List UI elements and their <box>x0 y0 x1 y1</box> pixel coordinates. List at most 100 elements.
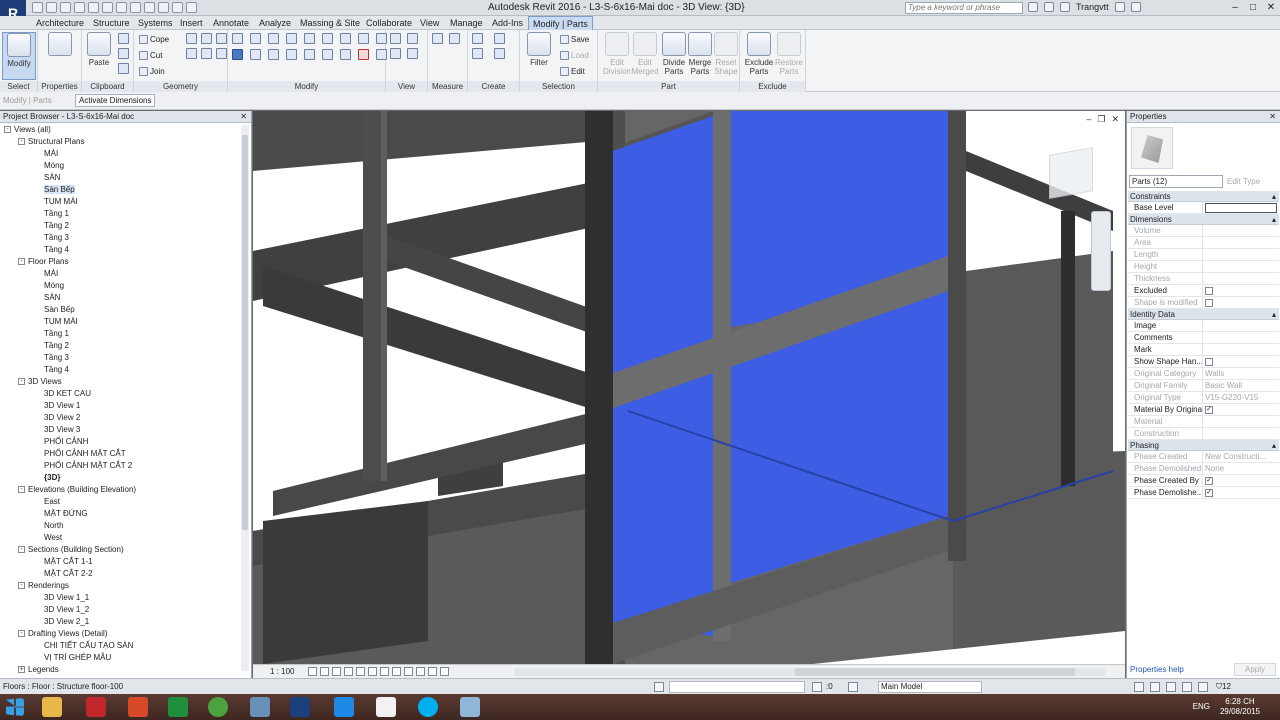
document-icon[interactable] <box>376 697 396 717</box>
collapse-icon[interactable]: - <box>18 486 25 494</box>
collapse-icon[interactable]: - <box>18 546 25 554</box>
tab-systems[interactable]: Systems <box>134 16 177 30</box>
tree-item[interactable]: Tầng 2 <box>0 220 251 232</box>
design-option-selector[interactable]: Main Model <box>878 681 982 693</box>
close-icon[interactable]: ✕ <box>240 111 247 123</box>
scrollbar-thumb[interactable] <box>795 668 1075 676</box>
property-row[interactable]: Image <box>1128 320 1279 332</box>
scale-icon[interactable] <box>358 33 369 44</box>
help-icon[interactable] <box>1130 2 1141 12</box>
save-selection-button[interactable]: Save <box>560 33 589 45</box>
reset-shape-button[interactable]: Reset Shape <box>709 32 743 76</box>
property-row[interactable]: Phase Demolishe... ✓ <box>1128 487 1279 499</box>
copy-element-icon[interactable] <box>250 49 261 60</box>
tab-analyze[interactable]: Analyze <box>255 16 295 30</box>
join-button[interactable]: Join <box>139 65 165 77</box>
select-by-face-icon[interactable] <box>1182 682 1192 692</box>
tree-item[interactable]: TUM MÁI <box>0 196 251 208</box>
scrollbar-thumb[interactable] <box>242 135 248 530</box>
project-browser-scrollbar[interactable] <box>241 125 249 671</box>
tree-item[interactable]: Sàn Bếp <box>0 184 251 196</box>
tree-item[interactable]: + Legends <box>0 664 251 676</box>
property-checkbox[interactable]: ✓ <box>1205 476 1213 485</box>
property-row[interactable]: Phase Created By ... ✓ <box>1128 475 1279 487</box>
tab-massing-site[interactable]: Massing & Site <box>296 16 364 30</box>
filter-count[interactable]: ⛉12 <box>1216 682 1231 692</box>
paint-icon[interactable] <box>216 33 227 44</box>
modify-button[interactable]: Modify <box>2 32 36 80</box>
align-icon[interactable] <box>232 33 243 44</box>
array-icon[interactable] <box>340 49 351 60</box>
move-icon[interactable] <box>232 49 243 60</box>
trim-icon[interactable] <box>286 49 297 60</box>
redo-icon[interactable] <box>74 2 85 13</box>
tree-item[interactable]: 3D View 1 <box>0 400 251 412</box>
mirror-axis-icon[interactable] <box>268 33 279 44</box>
trim-multiple-icon[interactable] <box>322 49 333 60</box>
property-row[interactable]: Mark <box>1128 344 1279 356</box>
close-view-icon[interactable]: ✕ <box>1111 114 1119 125</box>
tools-icon[interactable] <box>460 697 480 717</box>
search-icon[interactable] <box>1028 2 1038 12</box>
select-links-icon[interactable] <box>1134 682 1144 692</box>
tree-item[interactable]: - Drafting Views (Detail) <box>0 628 251 640</box>
property-row[interactable]: Show Shape Han... <box>1128 356 1279 368</box>
edit-selection-button[interactable]: Edit <box>560 65 585 77</box>
worksets-icon[interactable] <box>654 682 664 692</box>
apply-button[interactable]: Apply <box>1233 663 1276 676</box>
tree-item[interactable]: MẶT ĐỨNG <box>0 508 251 520</box>
base-level-field[interactable] <box>1205 203 1277 213</box>
tree-item[interactable]: 3D View 1_1 <box>0 592 251 604</box>
property-row[interactable]: Comments <box>1128 332 1279 344</box>
tree-item[interactable]: PHỐI CẢNH <box>0 436 251 448</box>
restore-view-icon[interactable]: ❐ <box>1097 114 1105 125</box>
detail-level-icon[interactable] <box>308 667 317 676</box>
load-selection-button[interactable]: Load <box>560 49 589 61</box>
open-icon[interactable] <box>32 2 43 13</box>
property-value[interactable]: ✓ <box>1203 475 1279 486</box>
remove-paint-icon[interactable] <box>216 48 227 59</box>
tab-modify-parts[interactable]: Modify | Parts <box>528 16 593 30</box>
tree-item[interactable]: {3D} <box>0 472 251 484</box>
collapse-icon[interactable]: - <box>18 378 25 386</box>
paste-button[interactable]: Paste <box>82 32 116 67</box>
cut-geometry-button[interactable]: Cut <box>139 49 162 61</box>
design-options-icon[interactable] <box>848 682 858 692</box>
create-similar-icon[interactable] <box>494 48 505 59</box>
edit-type-button[interactable]: Edit Type <box>1227 177 1260 186</box>
property-value[interactable]: ✓ <box>1203 404 1279 415</box>
tree-item[interactable]: West <box>0 532 251 544</box>
tree-item[interactable]: Tầng 1 <box>0 328 251 340</box>
close-hidden-icon[interactable] <box>172 2 183 13</box>
user-icon[interactable] <box>1060 2 1070 12</box>
tab-annotate[interactable]: Annotate <box>209 16 253 30</box>
collapse-icon[interactable]: - <box>18 582 25 590</box>
tree-item[interactable]: - Renderings <box>0 580 251 592</box>
tree-item[interactable]: MẶT CẮT 1-1 <box>0 556 251 568</box>
properties-section-header[interactable]: Phasing <box>1128 440 1279 451</box>
tree-item[interactable]: SÀN <box>0 292 251 304</box>
calculator-icon[interactable] <box>250 697 270 717</box>
rotate-icon[interactable] <box>268 49 279 60</box>
user-name[interactable]: Trangvtt <box>1076 2 1109 12</box>
cope-button[interactable]: Cope <box>139 33 169 45</box>
show-crop-icon[interactable] <box>380 667 389 676</box>
tree-item[interactable]: Móng <box>0 280 251 292</box>
selected-part-upper-left[interactable] <box>613 116 713 373</box>
collapse-icon[interactable]: - <box>4 126 11 134</box>
tab-add-ins[interactable]: Add-Ins <box>488 16 527 30</box>
minimize-icon[interactable]: – <box>1226 0 1244 16</box>
analytical-model-icon[interactable] <box>428 667 437 676</box>
3d-viewport[interactable]: – ❐ ✕ 1 : 100 <box>253 111 1125 678</box>
system-clock[interactable]: 6:28 CH 29/08/2015 <box>1220 697 1260 717</box>
reveal-hidden-icon[interactable] <box>416 667 425 676</box>
filter-button[interactable]: Filter <box>522 32 556 67</box>
split-icon[interactable] <box>304 33 315 44</box>
close-icon[interactable]: ✕ <box>1262 0 1280 16</box>
tree-item[interactable]: Tầng 4 <box>0 364 251 376</box>
copy-icon[interactable] <box>118 48 129 59</box>
hide-icon[interactable] <box>390 33 401 44</box>
right-column[interactable] <box>948 111 966 561</box>
model-view-graphic[interactable] <box>253 111 1125 664</box>
sun-path-icon[interactable] <box>332 667 341 676</box>
